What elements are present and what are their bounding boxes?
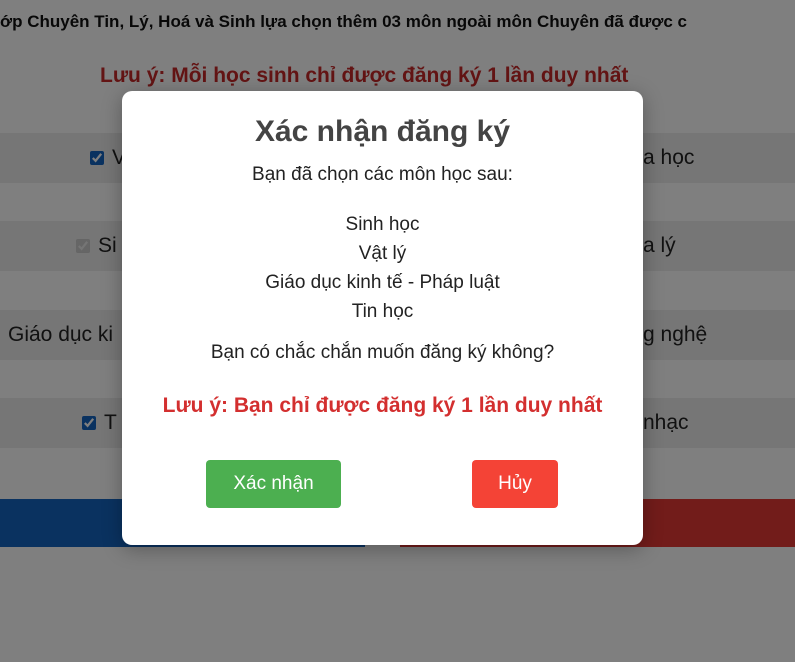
dialog-intro: Bạn đã chọn các môn học sau:	[252, 164, 513, 185]
selected-subject-item: Sinh học	[345, 214, 420, 235]
dialog-question: Bạn có chắc chắn muốn đăng ký không?	[210, 342, 555, 363]
selected-subject-item: Giáo dục kinh tế - Pháp luật	[265, 272, 500, 293]
confirm-button[interactable]: Xác nhận	[206, 460, 341, 508]
cancel-button[interactable]: Hủy	[472, 460, 558, 508]
selected-subject-item: Tin học	[351, 301, 414, 322]
registration-page: ớp Chuyên Tin, Lý, Hoá và Sinh lựa chọn …	[0, 0, 795, 662]
selected-subjects-list: Sinh học Vật lý Giáo dục kinh tế - Pháp …	[122, 210, 643, 326]
selected-subject-item: Vật lý	[358, 243, 407, 264]
dialog-title: Xác nhận đăng ký	[254, 115, 511, 148]
dialog-warning: Lưu ý: Bạn chỉ được đăng ký 1 lần duy nh…	[162, 394, 603, 417]
confirm-dialog: Xác nhận đăng ký Bạn đã chọn các môn học…	[122, 91, 643, 545]
